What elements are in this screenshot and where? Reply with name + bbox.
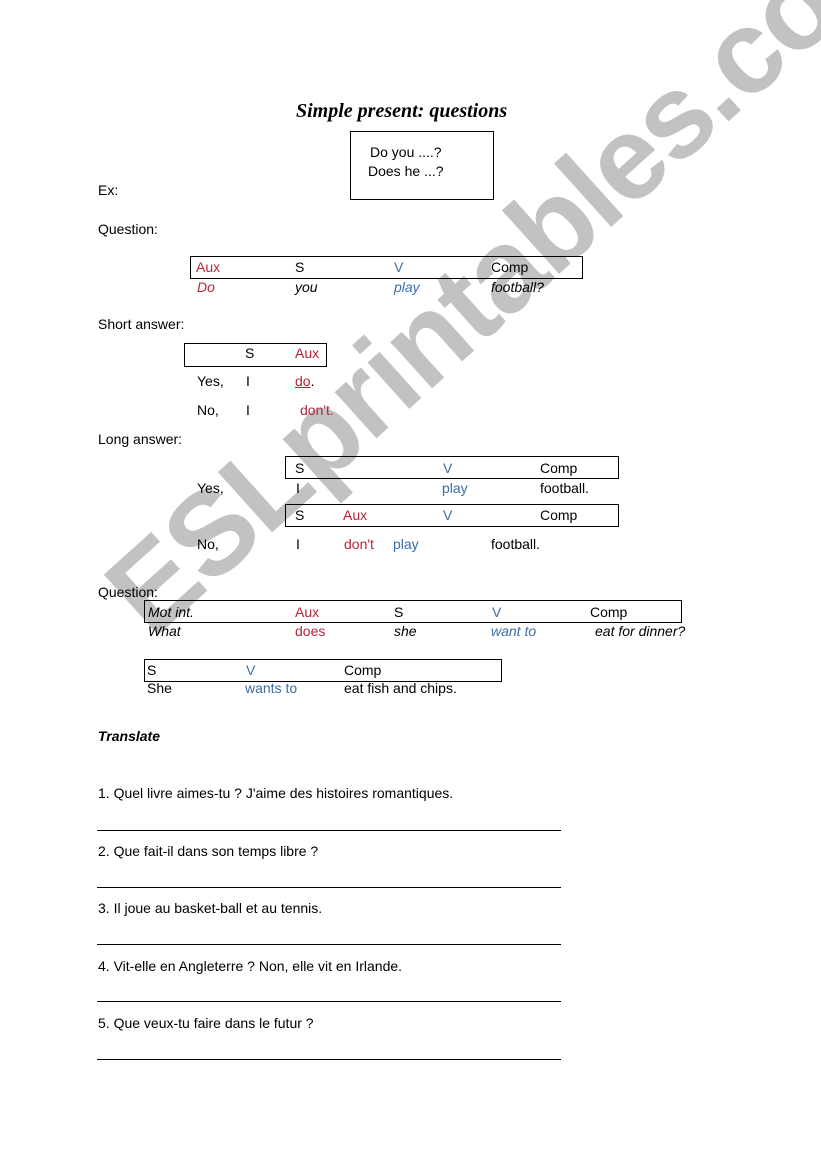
translate-item-4: 4. Vit-elle en Angleterre ? Non, elle vi… [98, 958, 403, 974]
short-answer-label: Short answer: [98, 316, 185, 332]
long-yes-lead: Yes, [197, 480, 224, 496]
q2-header-comp: Comp [590, 604, 628, 620]
header-aux: Aux [196, 259, 221, 275]
a2-word-comp: eat fish and chips. [344, 680, 457, 696]
long-no-header-subject: S [295, 507, 305, 523]
word-verb: play [394, 279, 420, 295]
q2-word-subject: she [394, 623, 417, 639]
long-yes-header-comp: Comp [540, 460, 578, 476]
q2-word-comp: eat for dinner? [595, 623, 686, 639]
a2-word-verb: wants to [245, 680, 298, 696]
header-verb: V [394, 259, 404, 275]
short-yes-aux-group: do. [295, 373, 314, 390]
short-no-subject: I [246, 402, 250, 418]
a2-header-verb: V [246, 662, 256, 678]
short-yes-aux: do [295, 373, 311, 389]
long-answer-label: Long answer: [98, 431, 183, 447]
long-no-verb: play [393, 536, 419, 552]
long-yes-header-subject: S [295, 460, 305, 476]
word-subject: you [295, 279, 318, 295]
long-no-subject: I [296, 536, 300, 552]
long-no-header-verb: V [443, 507, 453, 523]
answer-line-5[interactable] [97, 1059, 561, 1060]
q2-word-verb: want to [491, 623, 537, 639]
translate-heading: Translate [98, 728, 160, 744]
long-yes-verb: play [442, 480, 468, 496]
answer2-structure-box [144, 659, 502, 682]
q2-header-verb: V [492, 604, 502, 620]
a2-word-subject: She [147, 680, 172, 696]
long-no-header-aux: Aux [343, 507, 368, 523]
answer-line-3[interactable] [97, 944, 561, 945]
q2-header-subject: S [394, 604, 404, 620]
q2-header-aux: Aux [295, 604, 320, 620]
word-aux: Do [197, 279, 215, 295]
long-no-comp: football. [491, 536, 541, 552]
long-yes-subject: I [296, 480, 300, 496]
long-yes-comp: football. [540, 480, 590, 496]
short-yes-lead: Yes, [197, 373, 224, 389]
header-subject: S [295, 259, 305, 275]
short-no-aux: don't. [300, 402, 334, 418]
long-no-lead: No, [197, 536, 219, 552]
q2-header-mot-int: Mot int. [148, 604, 194, 620]
example-line-1: Do you ....? [370, 144, 442, 160]
translate-item-2: 2. Que fait-il dans son temps libre ? [98, 843, 319, 859]
translate-item-5: 5. Que veux-tu faire dans le futur ? [98, 1015, 314, 1031]
example-line-2: Does he ...? [368, 163, 444, 179]
question2-label: Question: [98, 584, 158, 600]
translate-item-3: 3. Il joue au basket-ball et au tennis. [98, 900, 323, 916]
translate-item-1: 1. Quel livre aimes-tu ? J'aime des hist… [98, 785, 454, 801]
header-comp: Comp [491, 259, 529, 275]
short-yes-end: . [310, 373, 315, 389]
q2-word-aux: does [295, 623, 326, 639]
a2-header-comp: Comp [344, 662, 382, 678]
page-title: Simple present: questions [296, 100, 508, 122]
word-comp: football? [491, 279, 544, 295]
answer-line-4[interactable] [97, 1001, 561, 1002]
q2-word-mot-int: What [148, 623, 181, 639]
answer-line-2[interactable] [97, 887, 561, 888]
short-no-lead: No, [197, 402, 219, 418]
short-header-aux: Aux [295, 345, 320, 361]
short-header-subject: S [245, 345, 255, 361]
question-label: Question: [98, 221, 158, 237]
ex-label: Ex: [98, 182, 119, 198]
long-no-header-comp: Comp [540, 507, 578, 523]
long-no-aux: don't [344, 536, 374, 552]
answer-line-1[interactable] [97, 830, 561, 831]
long-yes-header-verb: V [443, 460, 453, 476]
short-yes-subject: I [246, 373, 250, 389]
a2-header-subject: S [147, 662, 157, 678]
